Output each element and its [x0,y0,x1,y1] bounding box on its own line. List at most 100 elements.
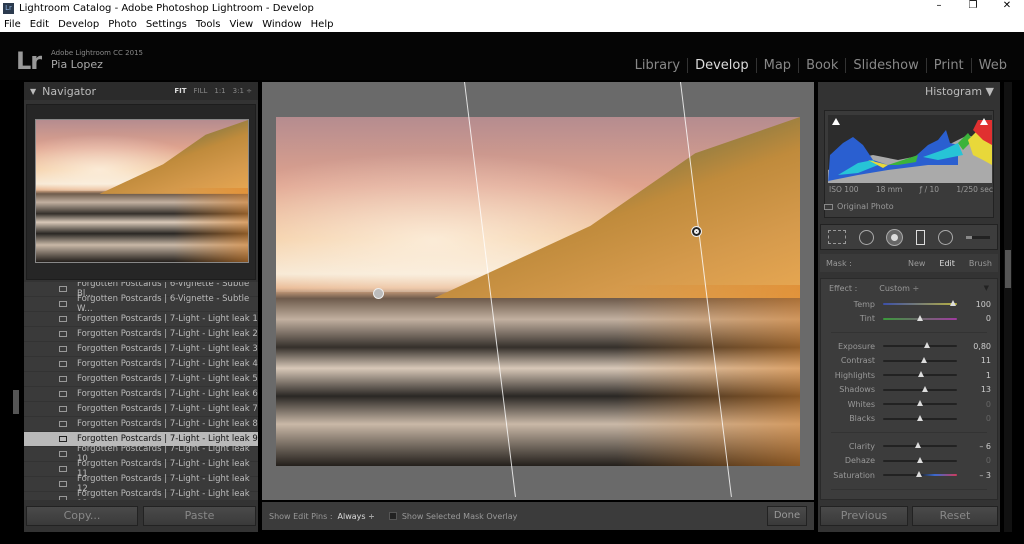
slider-clarity: Clarity – 6 [821,439,997,454]
collapse-triangle-icon[interactable]: ▼ [984,284,989,292]
navigator-header[interactable]: ▼ Navigator FIT FILL 1:1 3:1 ÷ [24,82,258,100]
spot-removal-icon[interactable] [858,229,874,245]
copy-button[interactable]: Copy... [26,506,138,526]
graduated-filter-icon[interactable] [915,229,925,245]
slider-value[interactable]: 100 [957,300,991,309]
slider-track[interactable] [883,471,957,478]
right-scrollbar[interactable] [1004,82,1012,532]
previous-button[interactable]: Previous [820,506,908,526]
preset-item[interactable]: Forgotten Postcards | 7-Light - Light le… [24,372,258,387]
slider-shadows: Shadows 13 [821,383,997,398]
preset-item[interactable]: Forgotten Postcards | 7-Light - Light le… [24,417,258,432]
slider-thumb[interactable] [917,498,923,499]
slider-track[interactable] [883,356,957,363]
zoom-option[interactable]: FILL [193,87,207,95]
slider-thumb[interactable] [917,456,923,463]
original-photo-toggle[interactable]: Original Photo [824,202,894,211]
slider-track[interactable] [883,442,957,449]
maximize-button[interactable]: ❐ [956,0,990,11]
slider-value[interactable]: 11 [957,356,991,365]
menu-help[interactable]: Help [311,19,334,30]
slider-thumb[interactable] [916,471,923,478]
edit-pin[interactable] [373,288,384,299]
slider-thumb[interactable] [917,314,923,321]
slider-track[interactable] [883,342,957,349]
slider-value[interactable]: 13 [957,385,991,394]
zoom-option[interactable]: FIT [174,87,186,95]
mask-overlay-checkbox[interactable] [388,512,397,520]
slider-thumb[interactable] [917,400,923,407]
preset-item[interactable]: Forgotten Postcards | 7-Light - Light le… [24,342,258,357]
slider-track[interactable] [883,385,957,392]
red-eye-icon[interactable] [887,229,903,245]
slider-thumb[interactable] [914,442,921,449]
preset-icon [59,436,67,442]
minimize-button[interactable]: – [922,0,956,11]
slider-value[interactable]: 0 [957,456,991,465]
slider-value[interactable]: 0,80 [957,342,991,351]
done-button[interactable]: Done [767,506,807,526]
navigator-preview[interactable] [26,104,256,280]
show-pins-select[interactable]: Always ÷ [338,512,375,521]
menu-settings[interactable]: Settings [146,19,187,30]
slider-track[interactable] [883,314,957,321]
reset-button[interactable]: Reset [912,506,998,526]
preset-item[interactable]: Forgotten Postcards | 7-Light - Light le… [24,312,258,327]
effect-preset-select[interactable]: Custom ÷ [879,284,919,293]
module-library[interactable]: Library [628,58,687,73]
crop-tool-icon[interactable] [827,230,846,244]
module-slideshow[interactable]: Slideshow [845,58,925,73]
slider-value[interactable]: – 3 [957,471,991,480]
lr-logo: Lr [16,47,42,75]
module-map[interactable]: Map [755,58,798,73]
slider-value[interactable]: 0 [957,414,991,423]
radial-filter-icon[interactable] [937,229,953,245]
slider-thumb[interactable] [921,356,928,363]
slider-value[interactable]: 0 [957,400,991,409]
preset-icon [59,406,67,412]
preset-item[interactable]: Forgotten Postcards | 7-Light - Light le… [24,327,258,342]
zoom-option[interactable]: 1:1 [214,87,225,95]
histogram-header[interactable]: Histogram ▼ [818,82,1000,100]
module-web[interactable]: Web [970,58,1014,73]
slider-thumb[interactable] [950,300,957,307]
paste-button[interactable]: Paste [143,506,256,526]
slider-exposure: Exposure 0,80 [821,339,997,354]
edit-pin-selected[interactable] [691,226,702,237]
slider-thumb[interactable] [917,414,923,421]
slider-track[interactable] [883,371,957,378]
slider-track[interactable] [883,400,957,407]
slider-track[interactable] [883,300,957,307]
module-develop[interactable]: Develop [687,58,756,73]
close-button[interactable]: ✕ [990,0,1024,11]
menu-develop[interactable]: Develop [58,19,99,30]
menu-view[interactable]: View [229,19,253,30]
mask-option-new[interactable]: New [908,259,925,268]
preset-item[interactable]: Forgotten Postcards | 7-Light - Light le… [24,357,258,372]
slider-track[interactable] [883,414,957,421]
menu-window[interactable]: Window [262,19,301,30]
module-print[interactable]: Print [925,58,971,73]
preset-item[interactable]: Forgotten Postcards | 6-Vignette - Subtl… [24,294,258,314]
mask-option-edit[interactable]: Edit [939,259,955,268]
adjustment-brush-icon[interactable] [966,235,991,239]
left-scrollbar[interactable] [13,390,19,414]
slider-value[interactable]: 0 [957,314,991,323]
slider-track[interactable] [883,456,957,463]
slider-thumb[interactable] [924,342,931,349]
preset-item[interactable]: Forgotten Postcards | 7-Light - Light le… [24,489,258,500]
slider-value[interactable]: 1 [957,371,991,380]
slider-thumb[interactable] [917,371,924,378]
preset-item[interactable]: Forgotten Postcards | 7-Light - Light le… [24,387,258,402]
preset-item[interactable]: Forgotten Postcards | 7-Light - Light le… [24,402,258,417]
mask-option-brush[interactable]: Brush [969,259,992,268]
menu-edit[interactable]: Edit [30,19,49,30]
menu-photo[interactable]: Photo [108,19,137,30]
menu-file[interactable]: File [4,19,21,30]
zoom-option[interactable]: 3:1 ÷ [233,87,252,95]
menu-tools[interactable]: Tools [196,19,221,30]
module-book[interactable]: Book [798,58,845,73]
slider-value[interactable]: – 6 [957,442,991,451]
slider-value[interactable]: – 1 [957,498,991,499]
slider-thumb[interactable] [922,385,929,392]
